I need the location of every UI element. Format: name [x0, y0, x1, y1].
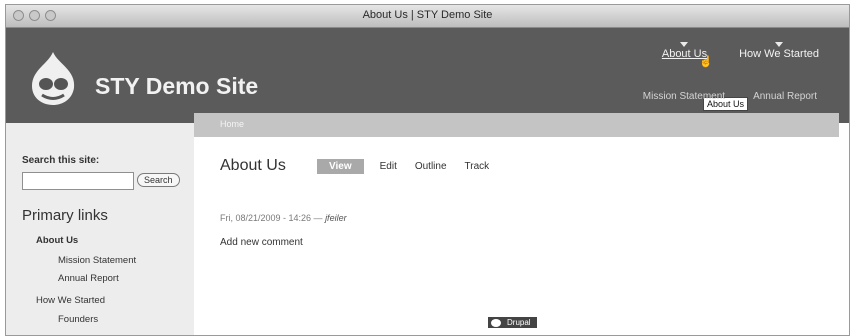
nav-link-label: How We Started	[739, 48, 819, 60]
submitted-info: Fri, 08/21/2009 - 14:26 — jfeiler	[220, 213, 347, 223]
sidebar-item-how-we-started[interactable]: How We Started	[36, 295, 105, 306]
tab-view[interactable]: View	[317, 159, 364, 174]
pointer-cursor-icon: ☝	[699, 56, 714, 68]
sidebar-item-about-us[interactable]: About Us	[36, 235, 78, 246]
sidebar: Search this site: Search Primary links A…	[6, 123, 194, 335]
breadcrumb-home[interactable]: Home	[220, 119, 244, 129]
search-input[interactable]	[22, 172, 134, 190]
window-title: About Us | STY Demo Site	[362, 9, 493, 21]
tab-edit[interactable]: Edit	[378, 159, 399, 174]
page-title: About Us	[220, 157, 286, 174]
drupal-logo-icon[interactable]	[28, 50, 78, 106]
local-tasks-tabs: View Edit Outline Track	[317, 159, 491, 174]
search-button[interactable]: Search	[137, 173, 180, 187]
breadcrumb: Home	[194, 113, 839, 137]
secondary-nav: Mission Statement Annual Report	[643, 91, 817, 102]
sidebar-item-founders[interactable]: Founders	[58, 314, 98, 325]
site-name[interactable]: STY Demo Site	[95, 73, 258, 100]
title-bar: About Us | STY Demo Site	[6, 5, 849, 28]
badge-label: Drupal	[507, 318, 531, 327]
tab-outline[interactable]: Outline	[413, 159, 449, 174]
sidebar-item-annual-report[interactable]: Annual Report	[58, 273, 119, 284]
nav-link-how-we-started[interactable]: How We Started	[739, 42, 819, 60]
sidebar-item-mission-statement[interactable]: Mission Statement	[58, 255, 136, 266]
main-content: Home About Us View Edit Outline Track Fr…	[194, 113, 839, 335]
browser-window: About Us | STY Demo Site STY Demo Site A…	[5, 4, 850, 336]
nav-link-about-us[interactable]: About Us ☝	[662, 42, 713, 68]
menu-title: Primary links	[22, 207, 108, 224]
drupal-drop-icon	[491, 318, 501, 327]
site-header: STY Demo Site About Us ☝ How We Started …	[6, 28, 849, 123]
powered-by-drupal-badge[interactable]: Drupal	[488, 317, 537, 328]
active-indicator-icon	[680, 42, 689, 47]
search-label: Search this site:	[22, 155, 100, 166]
nav-indicator-icon	[775, 42, 784, 47]
primary-nav: About Us ☝ How We Started	[662, 42, 819, 68]
add-comment-link[interactable]: Add new comment	[220, 237, 303, 248]
nav-link-annual-report[interactable]: Annual Report	[753, 91, 817, 102]
author-link[interactable]: jfeiler	[325, 213, 347, 223]
submitted-date: Fri, 08/21/2009 - 14:26 —	[220, 213, 326, 223]
tab-track[interactable]: Track	[463, 159, 492, 174]
nav-link-mission-statement[interactable]: Mission Statement	[643, 91, 725, 102]
